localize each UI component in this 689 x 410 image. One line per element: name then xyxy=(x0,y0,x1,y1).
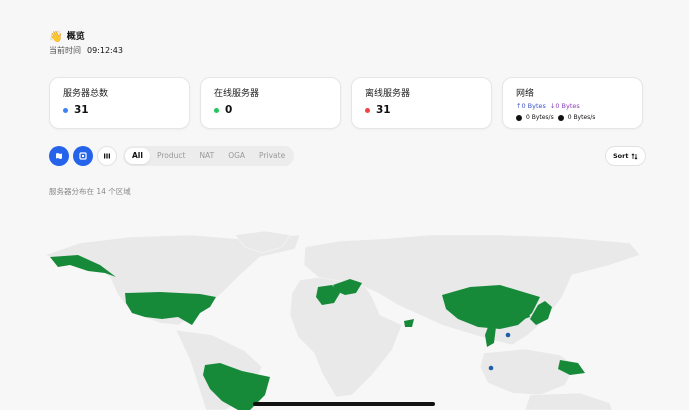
page-title: 概览 xyxy=(66,32,85,42)
toolbar: All Product NAT OGA Private xyxy=(49,146,295,166)
online-servers-label: 在线服务器 xyxy=(214,89,260,99)
tab-private[interactable]: Private xyxy=(252,148,292,164)
grid-icon xyxy=(79,152,87,160)
sort-button[interactable]: Sort xyxy=(605,146,647,166)
server-marker-singapore[interactable] xyxy=(488,365,494,371)
total-servers-card[interactable]: 服务器总数 31 xyxy=(49,77,190,129)
base-landmass xyxy=(44,230,641,410)
region-uae xyxy=(404,319,414,327)
map-icon xyxy=(56,153,62,159)
group-tabs: All Product NAT OGA Private xyxy=(123,146,295,166)
region-count-text: 服务器分布在 14 个区域 xyxy=(49,187,131,196)
upload-speed: 0 Bytes/s xyxy=(526,114,554,121)
time-value: 09:12:43 xyxy=(87,46,123,55)
offline-servers-label: 离线服务器 xyxy=(365,89,411,99)
download-speed: 0 Bytes/s xyxy=(567,114,596,121)
offline-servers-card[interactable]: 离线服务器 31 xyxy=(351,77,492,129)
tab-nat[interactable]: NAT xyxy=(192,148,221,164)
network-label: 网络 xyxy=(516,89,535,99)
grid-view-button[interactable] xyxy=(73,146,93,166)
online-servers-value: 0 xyxy=(225,104,233,116)
tab-product[interactable]: Product xyxy=(150,148,192,164)
download-speed-icon xyxy=(557,114,564,121)
offline-servers-value-row: 31 xyxy=(365,103,478,117)
page-header: 👋 概览 当前时间 09:12:43 xyxy=(49,30,123,56)
wave-icon: 👋 xyxy=(49,30,63,43)
world-map xyxy=(44,230,641,410)
green-dot-icon xyxy=(214,107,219,113)
current-time: 当前时间 09:12:43 xyxy=(49,45,123,56)
time-label: 当前时间 xyxy=(49,46,81,55)
summary-cards: 服务器总数 31 在线服务器 0 离线服务器 31 网络 ↑0 Bytes ↓0… xyxy=(49,77,643,129)
red-dot-icon xyxy=(365,107,370,113)
australia-base xyxy=(524,392,613,410)
network-speeds: 0 Bytes/s 0 Bytes/s xyxy=(516,113,629,122)
online-servers-value-row: 0 xyxy=(214,103,327,117)
sort-arrows-icon xyxy=(631,152,638,160)
tab-oga[interactable]: OGA xyxy=(221,148,252,164)
total-servers-label: 服务器总数 xyxy=(63,89,109,99)
network-totals: ↑0 Bytes ↓0 Bytes xyxy=(516,102,629,111)
offline-servers-value: 31 xyxy=(376,104,391,116)
list-view-button[interactable] xyxy=(97,146,117,166)
total-servers-value-row: 31 xyxy=(63,103,176,117)
total-servers-value: 31 xyxy=(74,104,89,116)
server-marker-hongkong[interactable] xyxy=(505,332,511,338)
upload-total: ↑0 Bytes xyxy=(516,102,546,110)
home-indicator[interactable] xyxy=(253,402,435,406)
title-row: 👋 概览 xyxy=(49,30,123,44)
indonesia-base xyxy=(479,348,576,396)
upload-speed-icon xyxy=(516,114,522,121)
download-total: ↓0 Bytes xyxy=(549,102,580,110)
map-view-button[interactable] xyxy=(49,146,69,166)
blue-dot-icon xyxy=(63,107,68,113)
sort-label: Sort xyxy=(613,152,629,160)
tab-all[interactable]: All xyxy=(125,148,150,164)
network-card[interactable]: 网络 ↑0 Bytes ↓0 Bytes 0 Bytes/s 0 Bytes/s xyxy=(502,77,643,129)
columns-icon xyxy=(104,153,110,159)
online-servers-card[interactable]: 在线服务器 0 xyxy=(200,77,341,129)
